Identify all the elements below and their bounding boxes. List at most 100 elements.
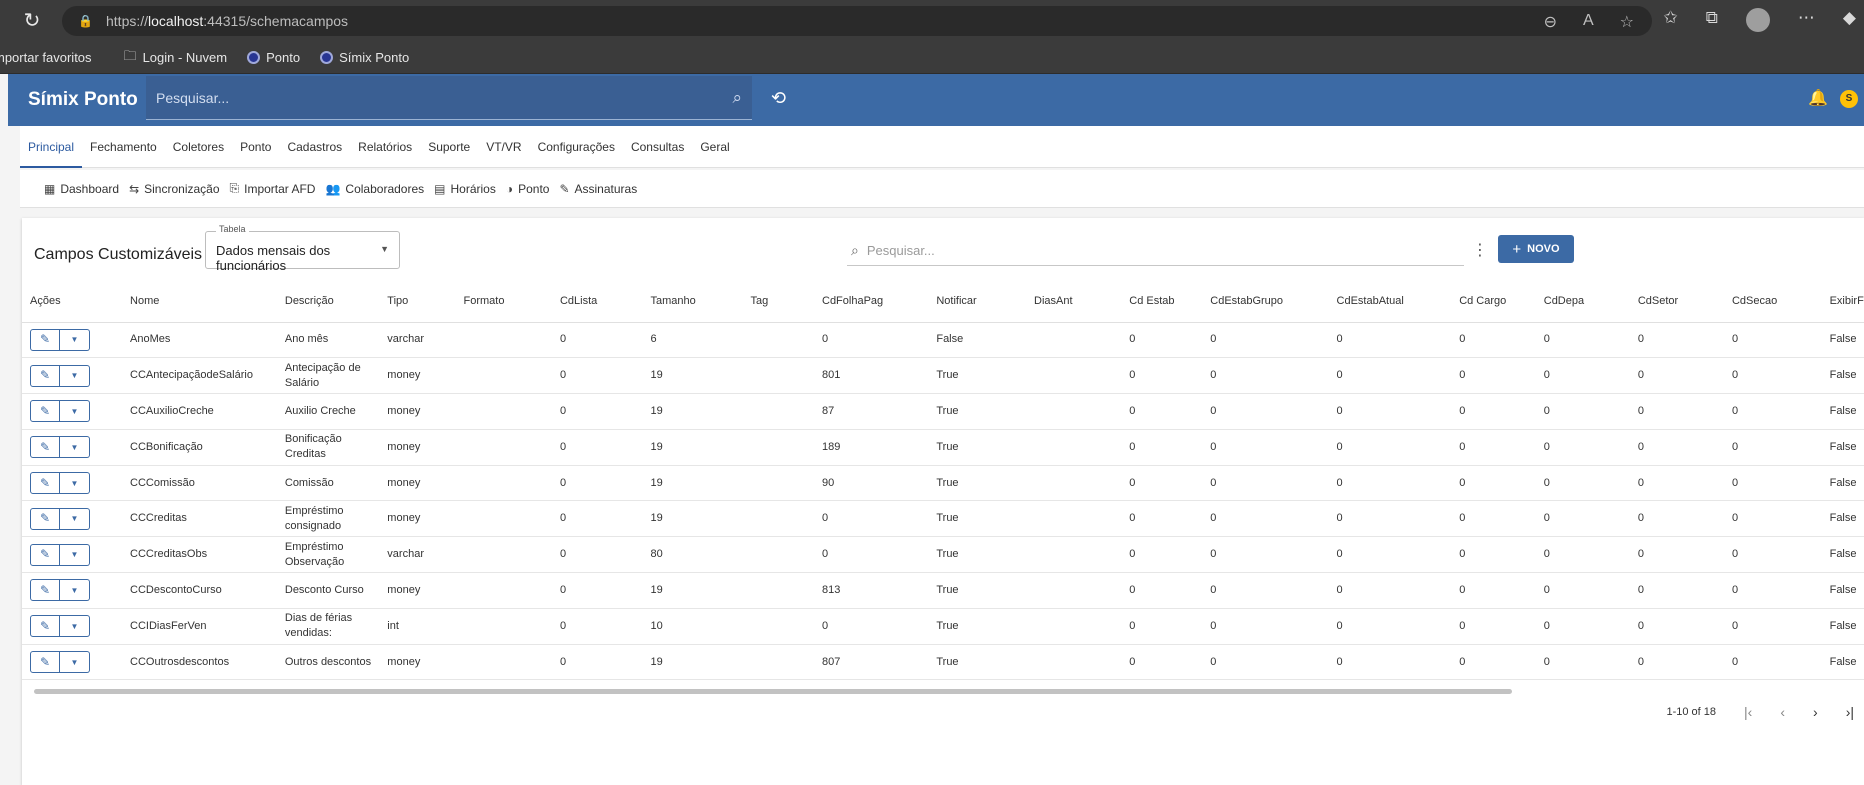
tab-fechamento[interactable]: Fechamento (82, 126, 165, 168)
more-options-icon[interactable]: ⋮ (1472, 240, 1488, 260)
tab-vtvr[interactable]: VT/VR (478, 126, 529, 168)
table-search-input[interactable]: ⌕ Pesquisar... (847, 236, 1464, 266)
tab-configuracoes[interactable]: Configurações (530, 126, 623, 168)
column-header[interactable]: Tag (742, 282, 814, 323)
read-aloud-icon[interactable]: A (1583, 12, 1594, 32)
edit-icon[interactable]: ✎ (30, 651, 60, 674)
chevron-down-icon[interactable]: ▼ (60, 436, 90, 459)
table-cell: 0 (1451, 429, 1536, 466)
column-header[interactable]: Ações (22, 282, 123, 323)
global-search-input[interactable]: Pesquisar... ⌕ (146, 76, 752, 120)
tab-relatorios[interactable]: Relatórios (350, 126, 420, 168)
bookmark-ponto[interactable]: Ponto (247, 50, 300, 65)
chevron-down-icon[interactable]: ▼ (60, 364, 90, 387)
favorites-icon[interactable]: ✩ (1664, 8, 1678, 32)
column-header[interactable]: Tipo (379, 282, 456, 323)
column-header[interactable]: Descrição (276, 282, 380, 323)
column-header[interactable]: CdEstabAtual (1328, 282, 1452, 323)
edit-icon[interactable]: ✎ (30, 615, 60, 638)
address-bar[interactable]: 🔒 https://localhost:44315/schemacampos ⊖… (62, 6, 1652, 36)
pagination-range: 1-10 of 18 (1666, 706, 1717, 718)
first-page-icon[interactable]: |‹ (1744, 704, 1752, 720)
submenu-item-ponto[interactable]: ◑ Ponto (506, 182, 550, 196)
chevron-down-icon[interactable]: ▼ (60, 472, 90, 495)
column-header[interactable]: Notificar (928, 282, 1026, 323)
bell-icon[interactable]: 🔔 (1808, 88, 1828, 108)
edit-icon[interactable]: ✎ (30, 400, 60, 423)
chevron-down-icon[interactable]: ▼ (60, 328, 90, 351)
table-cell: 0 (1535, 393, 1630, 430)
bookmark-login[interactable]: 🗀 Login - Nuvem (124, 47, 228, 69)
tab-coletores[interactable]: Coletores (165, 126, 232, 168)
submenu-item-importar-afd[interactable]: ⎘ Importar AFD (230, 181, 316, 196)
table-cell (742, 393, 814, 430)
table-cell: 0 (1535, 429, 1630, 466)
chevron-down-icon[interactable]: ▼ (60, 507, 90, 530)
edit-icon[interactable]: ✎ (30, 507, 60, 530)
edit-icon[interactable]: ✎ (30, 436, 60, 459)
edit-icon[interactable]: ✎ (30, 472, 60, 495)
copilot-icon[interactable]: ◆ (1843, 8, 1856, 32)
column-header[interactable]: DiasAnt (1026, 282, 1122, 323)
chevron-down-icon[interactable]: ▼ (60, 579, 90, 602)
column-header[interactable]: ExibirF (1821, 282, 1864, 323)
history-icon[interactable]: ⟲ (771, 88, 786, 109)
chevron-down-icon[interactable]: ▼ (60, 615, 90, 638)
site-icon (320, 51, 334, 64)
column-header[interactable]: CdDepa (1535, 282, 1630, 323)
edit-icon[interactable]: ✎ (30, 328, 60, 351)
chevron-down-icon[interactable]: ▼ (60, 543, 90, 566)
table-cell: 0 (1121, 322, 1203, 359)
chevron-down-icon[interactable]: ▼ (60, 400, 90, 423)
main-menu: Principal Fechamento Coletores Ponto Cad… (20, 126, 1864, 168)
tab-consultas[interactable]: Consultas (623, 126, 692, 168)
tab-ponto[interactable]: Ponto (232, 126, 279, 168)
more-icon[interactable]: ⋯ (1798, 8, 1815, 32)
chevron-down-icon[interactable]: ▼ (60, 651, 90, 674)
edit-icon[interactable]: ✎ (30, 364, 60, 387)
tab-suporte[interactable]: Suporte (420, 126, 478, 168)
horizontal-scrollbar[interactable] (34, 689, 1512, 694)
next-page-icon[interactable]: › (1813, 704, 1818, 720)
brand-title[interactable]: Símix Ponto (28, 89, 145, 111)
table-cell: 0 (1328, 572, 1452, 609)
column-header[interactable]: Tamanho (642, 282, 743, 323)
search-icon[interactable]: ⌕ (732, 88, 742, 108)
column-header[interactable]: Formato (455, 282, 552, 323)
last-page-icon[interactable]: ›| (1846, 704, 1854, 720)
column-header[interactable]: CdLista (551, 282, 643, 323)
tab-cadastros[interactable]: Cadastros (279, 126, 350, 168)
submenu-item-assinaturas[interactable]: ✎ Assinaturas (559, 182, 637, 196)
submenu-item-colaboradores[interactable]: 👥 Colaboradores (325, 182, 424, 196)
column-header[interactable]: Cd Estab (1121, 282, 1203, 323)
column-header[interactable]: Cd Cargo (1451, 282, 1536, 323)
profile-avatar[interactable] (1745, 8, 1770, 32)
tab-geral[interactable]: Geral (692, 126, 737, 168)
submenu-item-hor-rios[interactable]: ▤ Horários (434, 182, 496, 196)
column-header[interactable]: CdEstabGrupo (1202, 282, 1329, 323)
bookmark-simix[interactable]: Símix Ponto (320, 50, 409, 65)
star-icon[interactable]: ☆ (1620, 12, 1634, 32)
tabela-select[interactable]: Tabela Dados mensais dos funcionários ▼ (205, 224, 400, 273)
lock-icon[interactable]: 🔒 (78, 14, 93, 28)
edit-icon[interactable]: ✎ (30, 543, 60, 566)
reload-icon[interactable]: ↻ (20, 9, 44, 33)
submenu-item-dashboard[interactable]: ▦ Dashboard (44, 182, 119, 196)
bookmark-import[interactable]: mportar favoritos (0, 50, 92, 65)
table-cell: CCAuxilioCreche (122, 393, 277, 430)
edit-icon[interactable]: ✎ (30, 579, 60, 602)
column-header[interactable]: CdFolhaPag (814, 282, 929, 323)
url-text[interactable]: https://localhost:44315/schemacampos (106, 13, 348, 29)
zoom-icon[interactable]: ⊖ (1544, 12, 1557, 32)
collections-icon[interactable]: ⧉ (1706, 8, 1718, 32)
prev-page-icon[interactable]: ‹ (1780, 704, 1785, 720)
user-avatar[interactable]: S (1840, 90, 1858, 108)
tab-principal[interactable]: Principal (20, 126, 83, 168)
column-header[interactable]: CdSetor (1629, 282, 1724, 323)
novo-button[interactable]: + NOVO (1498, 235, 1574, 263)
column-header[interactable]: CdSecao (1723, 282, 1822, 323)
table-cell: False (1821, 608, 1864, 645)
table-cell: 6 (642, 322, 743, 359)
submenu-item-sincroniza-o[interactable]: ⇆ Sincronização (129, 182, 219, 196)
column-header[interactable]: Nome (122, 282, 277, 323)
